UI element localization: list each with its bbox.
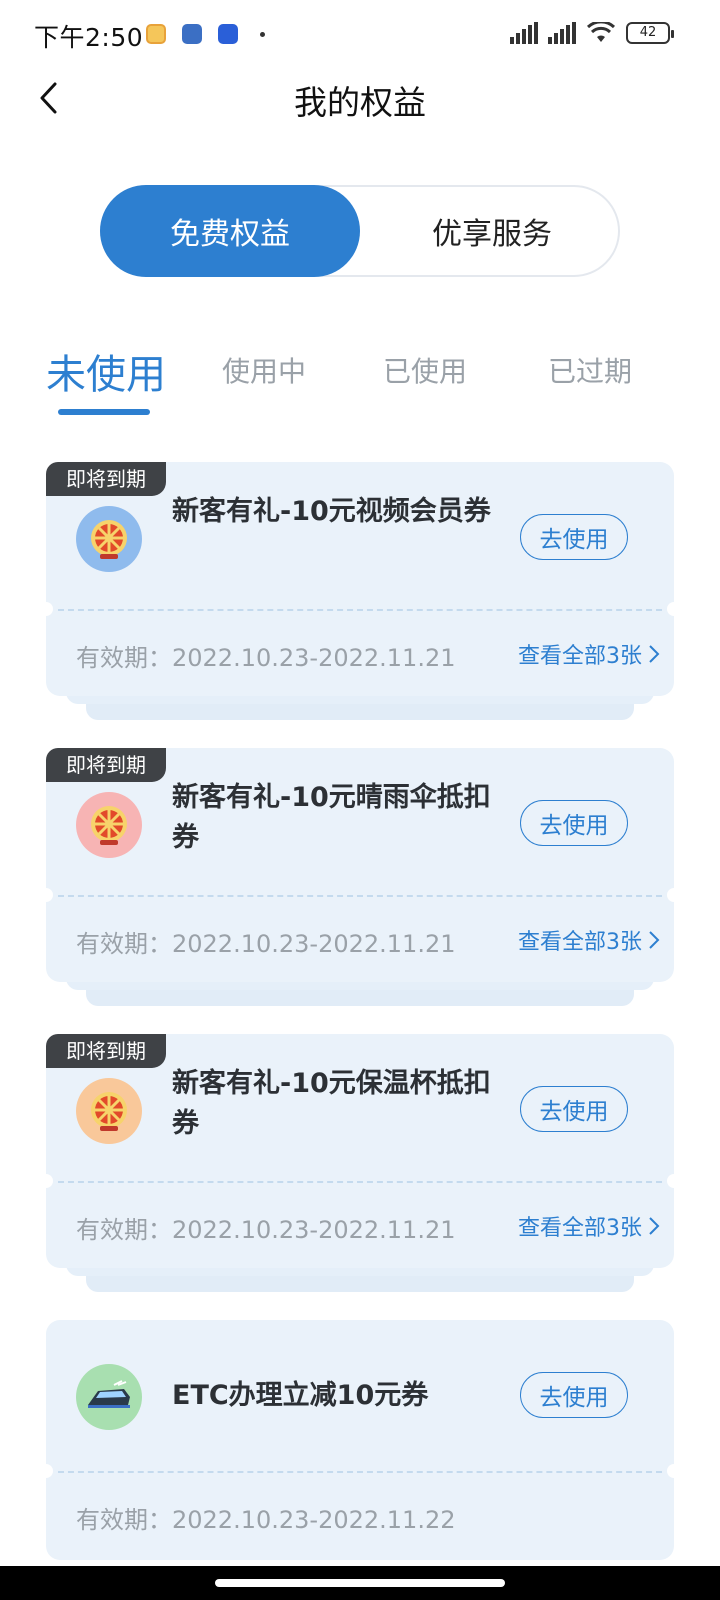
prize-wheel-icon xyxy=(76,1078,142,1144)
prize-wheel-icon xyxy=(76,506,142,572)
home-indicator[interactable] xyxy=(215,1579,505,1587)
tab-expired[interactable]: 已过期 xyxy=(548,350,632,390)
message-app-icon xyxy=(146,24,166,44)
view-all-link[interactable]: 查看全部3张 xyxy=(518,1210,660,1242)
coupon-card: 即将到期 新客有礼-10元晴雨伞抵扣券 去使用 有效期：2022.10.23-2… xyxy=(39,748,681,1008)
chevron-right-icon xyxy=(649,1217,660,1235)
status-bar: 下午2:50 42 xyxy=(0,0,720,70)
expiring-badge: 即将到期 xyxy=(46,462,166,496)
more-notifications-icon xyxy=(260,31,265,37)
prize-wheel-icon xyxy=(76,792,142,858)
view-all-link[interactable]: 查看全部3张 xyxy=(518,924,660,956)
coupon-card: 即将到期 新客有礼-10元保温杯抵扣券 去使用 有效期：2022.10.23-2… xyxy=(39,1034,681,1294)
benefit-type-switch: 免费权益 优享服务 xyxy=(100,185,620,277)
validity-period: 有效期：2022.10.23-2022.11.22 xyxy=(76,1506,456,1534)
tab-in-use[interactable]: 使用中 xyxy=(222,350,306,390)
status-time: 下午2:50 xyxy=(34,23,144,52)
wifi-icon xyxy=(586,22,616,42)
coupon-title: 新客有礼-10元视频会员券 xyxy=(172,496,491,527)
segment-free-benefits[interactable]: 免费权益 xyxy=(100,185,360,277)
coupon-title: ETC办理立减10元券 xyxy=(172,1380,429,1411)
view-all-label: 查看全部3张 xyxy=(518,930,642,955)
battery-icon: 42 xyxy=(626,22,674,44)
coupon-title: 新客有礼-10元保温杯抵扣券 xyxy=(172,1068,491,1139)
chevron-right-icon xyxy=(649,645,660,663)
divider xyxy=(58,609,662,611)
tab-unused[interactable]: 未使用 xyxy=(46,342,166,400)
status-tabs: 未使用 使用中 已使用 已过期 xyxy=(0,350,720,420)
train-icon xyxy=(76,1364,142,1430)
coupon-card: ETC办理立减10元券 去使用 有效期：2022.10.23-2022.11.2… xyxy=(39,1320,681,1560)
divider xyxy=(58,895,662,897)
divider xyxy=(58,1181,662,1183)
tab-used[interactable]: 已使用 xyxy=(383,350,467,390)
coupon-card: 即将到期 新客有礼-10元视频会员券 去使用 有效期：2022.10.23-20… xyxy=(39,462,681,722)
notification-icons xyxy=(146,24,265,44)
bank-app-icon xyxy=(218,24,238,44)
navigation-bar xyxy=(0,1566,720,1600)
active-tab-indicator xyxy=(58,409,150,415)
segment-premium-services[interactable]: 优享服务 xyxy=(362,185,622,277)
signal-hd-icon xyxy=(548,22,576,44)
chevron-right-icon xyxy=(649,931,660,949)
use-coupon-button[interactable]: 去使用 xyxy=(520,514,628,560)
view-all-link[interactable]: 查看全部3张 xyxy=(518,638,660,670)
use-coupon-button[interactable]: 去使用 xyxy=(520,1086,628,1132)
divider xyxy=(58,1471,662,1473)
use-coupon-button[interactable]: 去使用 xyxy=(520,800,628,846)
page-title: 我的权益 xyxy=(294,83,426,122)
use-coupon-button[interactable]: 去使用 xyxy=(520,1372,628,1418)
validity-period: 有效期：2022.10.23-2022.11.21 xyxy=(76,644,456,672)
view-all-label: 查看全部3张 xyxy=(518,644,642,669)
view-all-label: 查看全部3张 xyxy=(518,1216,642,1241)
validity-period: 有效期：2022.10.23-2022.11.21 xyxy=(76,1216,456,1244)
signal-icon xyxy=(510,22,538,44)
browser-app-icon xyxy=(182,24,202,44)
header: 我的权益 xyxy=(0,70,720,130)
expiring-badge: 即将到期 xyxy=(46,748,166,782)
validity-period: 有效期：2022.10.23-2022.11.21 xyxy=(76,930,456,958)
expiring-badge: 即将到期 xyxy=(46,1034,166,1068)
coupon-title: 新客有礼-10元晴雨伞抵扣券 xyxy=(172,782,491,853)
